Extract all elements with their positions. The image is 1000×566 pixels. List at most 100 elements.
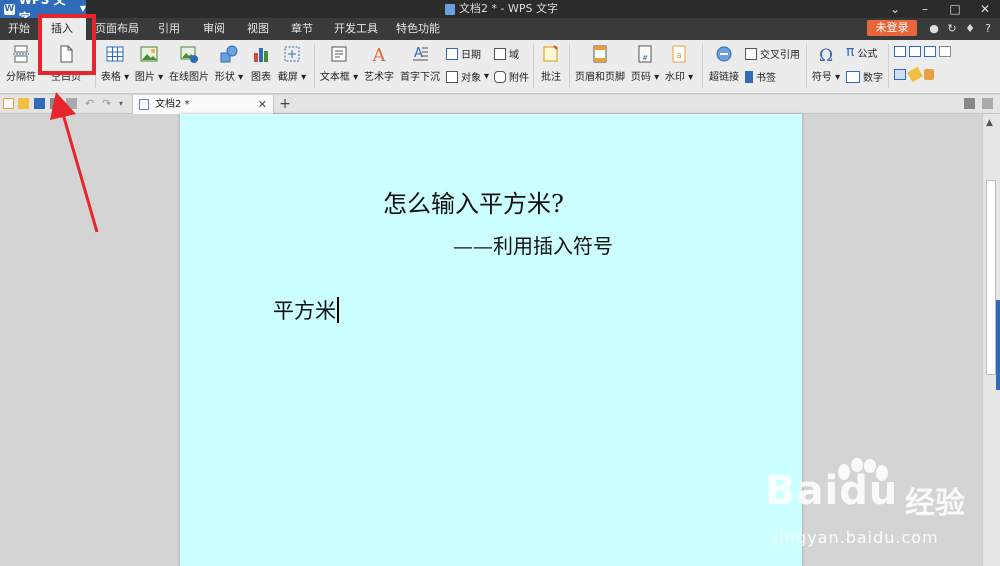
attachment-button[interactable]: 附件	[494, 69, 529, 84]
document-icon	[139, 99, 149, 110]
comment-icon	[543, 45, 558, 62]
header-footer-button[interactable]: 页眉和页脚	[574, 44, 626, 83]
page-number-button[interactable]: # 页码 ▾	[630, 44, 660, 83]
online-picture-button[interactable]: 在线图片	[168, 44, 210, 83]
watermark-url: jingyan.baidu.com	[774, 528, 939, 547]
form-list-icon[interactable]	[924, 46, 936, 57]
screenshot-button[interactable]: 截屏 ▾	[277, 44, 307, 83]
svg-text:a: a	[676, 51, 682, 61]
field-button[interactable]: 域	[494, 46, 519, 61]
symbol-button[interactable]: Ω 符号 ▾	[810, 44, 842, 83]
dropcap-button[interactable]: A 首字下沉	[399, 44, 441, 83]
cross-reference-icon	[745, 47, 757, 60]
hyperlink-button[interactable]: 超链接	[707, 44, 741, 83]
wps-logo-icon: W	[4, 3, 15, 15]
comment-button[interactable]: 批注	[538, 44, 564, 83]
help-button[interactable]: ?	[982, 19, 994, 39]
page-break-button[interactable]: 分隔符	[4, 44, 38, 83]
document-heading[interactable]: 怎么输入平方米?	[383, 184, 564, 219]
tab-review[interactable]: 审阅	[192, 18, 236, 40]
tab-developer[interactable]: 开发工具	[326, 18, 386, 40]
document-tab-label: 文档2 *	[155, 99, 190, 110]
new-file-icon[interactable]	[3, 98, 14, 109]
dropdown-caret-icon: ▾	[297, 72, 307, 83]
options-icon[interactable]	[982, 98, 993, 109]
lock-icon[interactable]	[924, 69, 934, 80]
page-number-icon: #	[638, 45, 652, 63]
redo-icon[interactable]: ↷	[102, 98, 113, 109]
tab-view[interactable]: 视图	[236, 18, 280, 40]
highlight-box	[38, 14, 96, 75]
eraser-icon[interactable]	[907, 66, 923, 83]
object-button[interactable]: 对象 ▾	[446, 69, 489, 84]
separator	[569, 44, 570, 88]
watermark-brand-cn: 经验	[905, 486, 965, 521]
object-icon	[446, 70, 458, 83]
tab-references[interactable]: 引用	[148, 18, 190, 40]
chart-button[interactable]: 图表	[249, 44, 273, 83]
tab-list-icon[interactable]	[964, 98, 975, 109]
document-subtitle[interactable]: ——利用插入符号	[453, 230, 613, 259]
dropdown-caret-icon: ▾	[831, 72, 841, 83]
form-extra-icon[interactable]	[939, 46, 951, 57]
formula-button[interactable]: π 公式	[846, 44, 877, 60]
login-button[interactable]: 未登录	[867, 20, 917, 36]
calendar-icon	[446, 47, 458, 60]
side-panel-tab[interactable]	[996, 300, 1000, 390]
page-break-icon	[13, 45, 29, 63]
skin-icon[interactable]: ♦	[964, 19, 976, 39]
print-preview-icon[interactable]	[66, 98, 77, 109]
screenshot-icon	[284, 46, 300, 62]
field-icon	[494, 47, 506, 60]
table-icon	[106, 46, 124, 62]
shapes-icon	[220, 45, 238, 63]
restore-down-icon[interactable]: ⌄	[880, 0, 910, 18]
form-checkbox-icon[interactable]	[909, 46, 921, 57]
dropdown-caret-icon: ▾	[234, 72, 244, 83]
form-textbox-icon[interactable]	[894, 46, 906, 57]
close-tab-button[interactable]: ✕	[258, 95, 267, 114]
close-button[interactable]: ✕	[970, 0, 1000, 18]
watermark-button[interactable]: a 水印 ▾	[664, 44, 694, 83]
omega-symbol-icon: Ω	[819, 46, 833, 64]
form-controls-row-2	[894, 66, 934, 83]
customize-toolbar-icon[interactable]: ▾	[119, 98, 130, 109]
save-icon[interactable]	[34, 98, 45, 109]
open-folder-icon[interactable]	[18, 98, 29, 109]
new-tab-button[interactable]: +	[278, 95, 292, 114]
text-caret	[337, 297, 339, 323]
textbox-icon	[331, 46, 347, 62]
cloud-icon[interactable]: ●	[928, 19, 940, 39]
shapes-button[interactable]: 形状 ▾	[214, 44, 244, 83]
print-icon[interactable]	[50, 98, 61, 109]
svg-text:#: #	[642, 54, 648, 62]
tab-home[interactable]: 开始	[0, 18, 38, 40]
picture-button[interactable]: 图片 ▾	[134, 44, 164, 83]
scrollbar-thumb[interactable]	[986, 180, 996, 375]
maximize-button[interactable]: □	[940, 0, 970, 18]
wordart-button[interactable]: A 艺术字	[363, 44, 395, 83]
document-page[interactable]	[180, 114, 802, 566]
number-button[interactable]: 数字	[846, 69, 883, 84]
tab-chapter[interactable]: 章节	[280, 18, 324, 40]
tab-special[interactable]: 特色功能	[388, 18, 448, 40]
cross-reference-button[interactable]: 交叉引用	[745, 46, 800, 61]
document-icon	[445, 3, 455, 15]
document-tab[interactable]: 文档2 * ✕	[132, 95, 274, 114]
refresh-icon[interactable]: ↻	[946, 19, 958, 39]
textbox-button[interactable]: 文本框 ▾	[319, 44, 359, 83]
undo-icon[interactable]: ↶	[85, 98, 96, 109]
table-button[interactable]: 表格 ▾	[100, 44, 130, 83]
design-mode-icon[interactable]	[894, 69, 906, 80]
document-body-line[interactable]: 平方米	[273, 295, 339, 325]
minimize-button[interactable]: –	[910, 0, 940, 18]
bookmark-button[interactable]: 书签	[745, 69, 776, 84]
pi-icon: π	[846, 44, 855, 60]
online-picture-icon	[180, 46, 198, 63]
date-button[interactable]: 日期	[446, 46, 481, 61]
chart-icon	[254, 48, 268, 62]
hyperlink-icon	[716, 46, 732, 62]
scroll-up-arrow-icon[interactable]: ▲	[986, 118, 993, 128]
dropdown-caret-icon: ▾	[684, 72, 694, 83]
watermark-icon: a	[672, 45, 686, 63]
